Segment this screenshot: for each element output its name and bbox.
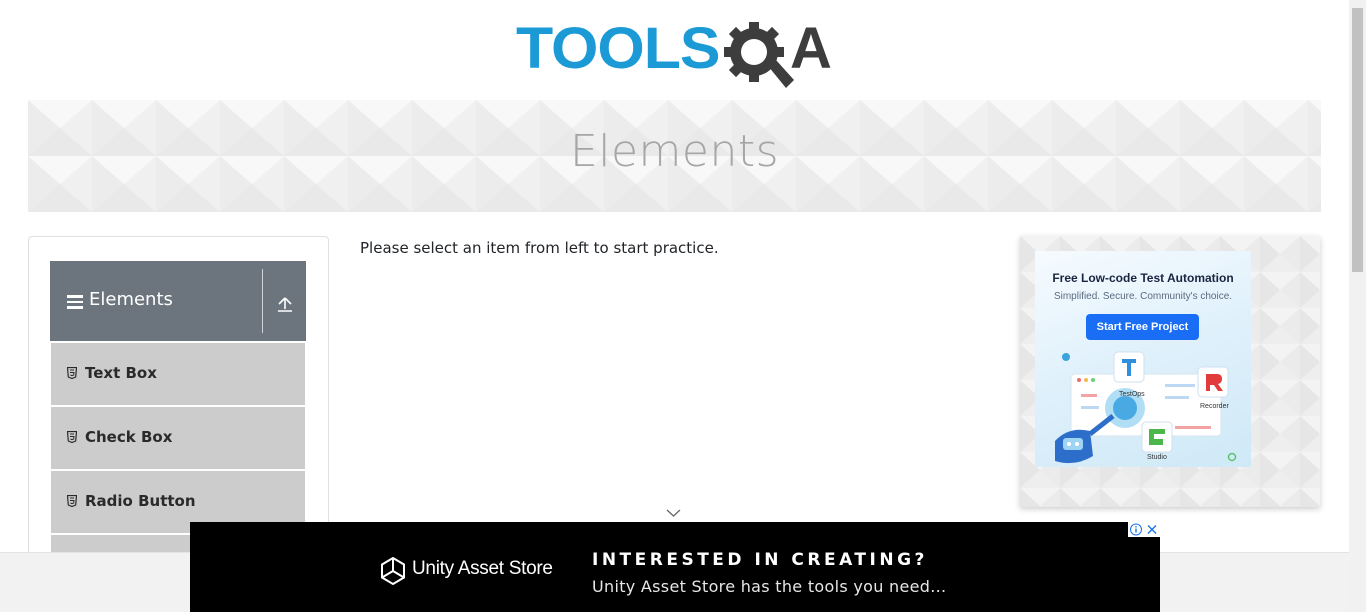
logo-text-a: A <box>790 16 832 81</box>
bottom-advertisement[interactable]: Unity Asset Store INTERESTED IN CREATING… <box>190 522 1160 612</box>
header-divider <box>262 269 263 333</box>
instruction-text: Please select an item from left to start… <box>360 239 719 257</box>
scrollbar-thumb[interactable] <box>1352 8 1363 272</box>
group-header-label: Elements <box>89 289 173 310</box>
ad-card[interactable]: Free Low-code Test Automation Simplified… <box>1035 251 1251 467</box>
side-advertisement[interactable]: Free Low-code Test Automation Simplified… <box>1020 236 1320 507</box>
toolsqa-logo[interactable]: TOOLS A <box>516 16 838 92</box>
logo-text-tools: TOOLS <box>516 16 720 81</box>
unity-logo-icon <box>381 557 405 585</box>
menu-item-text-box[interactable]: Text Box <box>51 343 305 405</box>
ad-close-icon[interactable] <box>1145 523 1159 536</box>
html5-icon <box>67 495 77 507</box>
menu-item-label: Text Box <box>85 364 157 382</box>
hamburger-icon <box>67 295 83 309</box>
page-title: Elements <box>569 126 780 177</box>
chevron-down-icon[interactable] <box>666 508 681 518</box>
html5-icon <box>67 431 77 443</box>
ad-subline: Unity Asset Store has the tools you need… <box>592 577 947 596</box>
collapse-arrow-icon[interactable] <box>275 294 295 314</box>
ad-title: Free Low-code Test Automation <box>1052 271 1234 285</box>
menu-item-label: Check Box <box>85 428 173 446</box>
ad-subtitle: Simplified. Secure. Community's choice. <box>1053 291 1233 302</box>
menu-item-check-box[interactable]: Check Box <box>51 407 305 469</box>
left-panel: Elements Text Box Check Box Radio Button <box>28 236 329 566</box>
ad-label-testops: TestOps <box>1119 391 1145 398</box>
menu-item-label: Radio Button <box>85 492 196 510</box>
group-header-elements[interactable]: Elements <box>50 261 306 341</box>
start-free-project-button[interactable]: Start Free Project <box>1086 314 1199 340</box>
ad-headline: INTERESTED IN CREATING? <box>592 550 928 570</box>
ad-label-studio: Studio <box>1147 454 1167 461</box>
ad-controls <box>1128 522 1160 537</box>
ad-info-icon[interactable] <box>1129 523 1143 536</box>
ad-brand: Unity Asset Store <box>412 558 553 579</box>
page-scrollbar[interactable] <box>1349 0 1366 612</box>
gear-magnifier-icon <box>724 22 794 88</box>
html5-icon <box>67 367 77 379</box>
ad-label-recorder: Recorder <box>1200 403 1229 410</box>
page-banner: Elements <box>28 100 1321 212</box>
